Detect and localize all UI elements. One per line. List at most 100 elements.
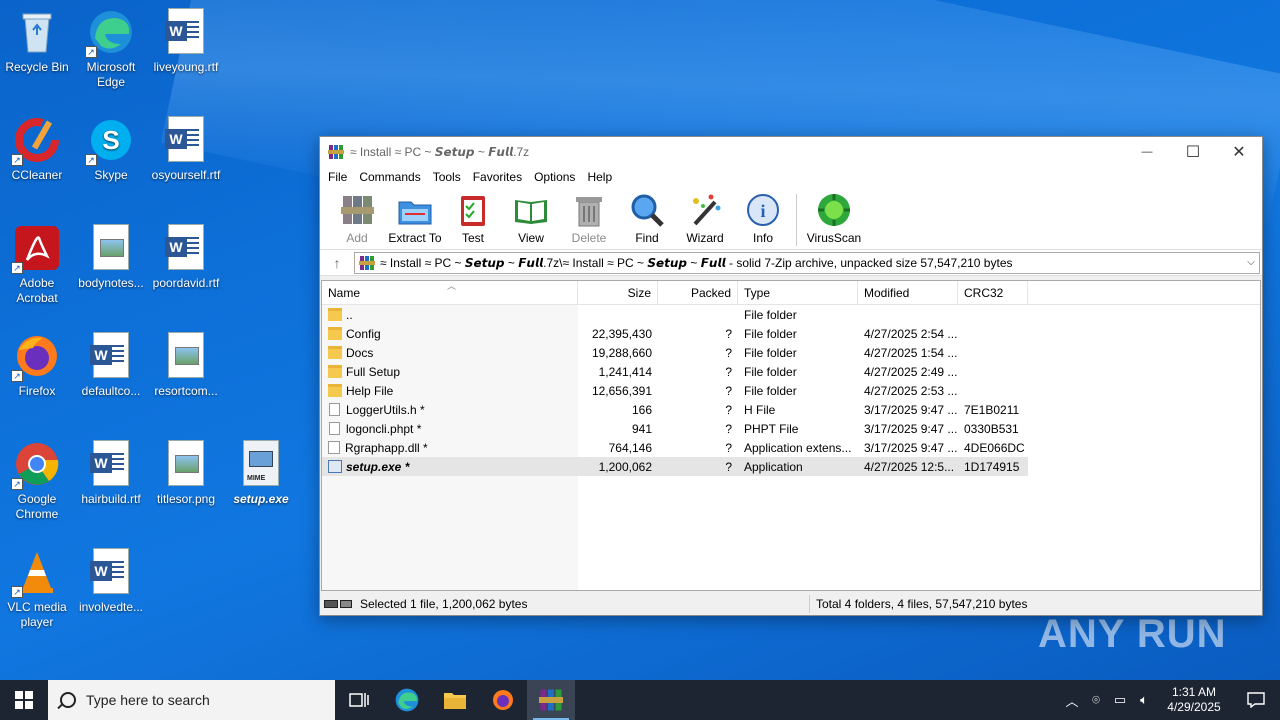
dll-file-icon [328, 441, 340, 454]
taskbar-search-box[interactable]: Type here to search [48, 680, 335, 720]
desktop-icon-involvedte[interactable]: W involvedte... [74, 548, 148, 615]
menu-favorites[interactable]: Favorites [467, 170, 528, 184]
table-row[interactable]: Help File 12,656,391? File folder 4/27/2025… [322, 381, 1260, 400]
taskbar-firefox[interactable] [479, 680, 527, 720]
row-type: File folder [744, 326, 797, 341]
status-bar: Selected 1 file, 1,200,062 bytes Total 4… [320, 593, 1262, 615]
start-button[interactable] [0, 680, 48, 720]
toolbar-extract-to-button[interactable]: Extract To [386, 192, 444, 245]
word-document-icon: W [162, 224, 210, 272]
file-list[interactable]: Name Size Packed Type Modified CRC32 ︿ .… [321, 280, 1261, 591]
toolbar-test-button[interactable]: Test [444, 192, 502, 245]
row-modified: 4/27/2025 2:54 ... [864, 326, 958, 341]
chevron-down-icon[interactable]: ⌵ [1243, 257, 1259, 268]
chevron-up-icon[interactable]: ︿ [1060, 691, 1084, 710]
image-file-icon [162, 332, 210, 380]
desktop-icon-label: poordavid.rtf [152, 276, 220, 290]
desktop-icon-microsoft-edge[interactable]: ↗ Microsoft Edge [74, 8, 148, 90]
desktop-icon-label: Firefox [18, 384, 56, 398]
menu-tools[interactable]: Tools [427, 170, 467, 184]
image-file-icon [87, 224, 135, 272]
table-row[interactable]: Config 22,395,430? File folder 4/27/2025 2:… [322, 324, 1260, 343]
table-row[interactable]: Full Setup 1,241,414? File folder 4/27/2025… [322, 362, 1260, 381]
desktop-icon-bodynotes[interactable]: bodynotes... [74, 224, 148, 291]
desktop-icon-setup-exe[interactable]: MIME setup.exe [224, 440, 298, 507]
column-header-size[interactable]: Size [578, 281, 658, 304]
maximize-button[interactable]: ☐ [1170, 137, 1216, 166]
desktop-icon-ccleaner[interactable]: ↗ CCleaner [0, 116, 74, 183]
address-bar: ↑ ≈ Install ≈ PC ~ 𝙎𝙚𝙩𝙪𝙥 ~ 𝙁𝙪𝙡𝙡.7z\≈ Ins… [320, 250, 1262, 276]
menu-file[interactable]: File [322, 170, 353, 184]
winrar-window[interactable]: ≈ Install ≈ PC ~ 𝙎𝙚𝙩𝙪𝙥 ~ 𝙁𝙪𝙡𝙡.7z — ☐ ✕ F… [319, 136, 1263, 616]
table-row[interactable]: Docs 19,288,660? File folder 4/27/2025 1:54… [322, 343, 1260, 362]
row-size: 1,241,414 [598, 364, 652, 379]
taskbar-winrar[interactable] [527, 680, 575, 720]
address-field[interactable]: ≈ Install ≈ PC ~ 𝙎𝙚𝙩𝙪𝙥 ~ 𝙁𝙪𝙡𝙡.7z\≈ Insta… [354, 251, 1260, 274]
column-header-type[interactable]: Type [738, 281, 858, 304]
meet-now-icon[interactable]: ⌾ [1084, 692, 1108, 708]
desktop-icon-label: VLC media player [7, 600, 67, 629]
menu-help[interactable]: Help [581, 170, 618, 184]
row-modified: 4/27/2025 1:54 ... [864, 345, 958, 360]
desktop-icon-resortcom[interactable]: resortcom... [149, 332, 223, 399]
key-icon [340, 600, 352, 608]
row-packed: ? [725, 459, 732, 474]
toolbar-info-button[interactable]: i Info [734, 192, 792, 245]
ccleaner-icon: ↗ [11, 116, 61, 166]
row-size: 166 [631, 402, 652, 417]
toolbar-wizard-button[interactable]: Wizard [676, 192, 734, 245]
table-row[interactable]: LoggerUtils.h * 166? H File 3/17/2025 9:47 … [322, 400, 1260, 419]
desktop-icon-poordavid[interactable]: W poordavid.rtf [149, 224, 223, 291]
toolbar-label: Info [752, 231, 773, 245]
column-header-packed[interactable]: Packed [658, 281, 738, 304]
menu-options[interactable]: Options [528, 170, 581, 184]
system-tray: ︿ ⌾ ▭ 🔈︎ 1:31 AM 4/29/2025 [1060, 680, 1280, 720]
table-row-selected[interactable]: setup.exe * 1,200,062? Application 4/27/202… [322, 457, 1028, 476]
clock-time: 1:31 AM [1171, 685, 1217, 699]
task-view-button[interactable] [335, 680, 383, 720]
desktop-icon-skype[interactable]: S ↗ Skype [74, 116, 148, 183]
view-book-icon [513, 192, 549, 228]
status-total: Total 4 folders, 4 files, 57,547,210 byt… [816, 597, 1028, 611]
desktop-icon-defaultco[interactable]: W defaultco... [74, 332, 148, 399]
taskbar-clock[interactable]: 1:31 AM 4/29/2025 [1156, 685, 1232, 715]
toolbar-add-button[interactable]: Add [328, 192, 386, 245]
add-archive-icon [339, 192, 375, 228]
desktop-icon-recycle-bin[interactable]: Recycle Bin [0, 8, 74, 75]
toolbar-delete-button[interactable]: Delete [560, 192, 618, 245]
up-folder-button[interactable]: ↑ [320, 255, 354, 271]
trash-icon [571, 192, 607, 228]
desktop-icon-adobe-acrobat[interactable]: ↗ Adobe Acrobat [0, 224, 74, 306]
desktop-icon-titlesor[interactable]: titlesor.png [149, 440, 223, 507]
taskbar-file-explorer[interactable] [431, 680, 479, 720]
toolbar-label: Extract To [388, 231, 442, 245]
toolbar-find-button[interactable]: Find [618, 192, 676, 245]
toolbar-label: Find [635, 231, 659, 245]
network-icon[interactable]: ▭ [1108, 692, 1132, 708]
desktop-icon-liveyoung[interactable]: W liveyoung.rtf [149, 8, 223, 75]
drive-icon [324, 600, 338, 608]
toolbar-virusscan-button[interactable]: VirusScan [801, 192, 867, 245]
column-header-modified[interactable]: Modified [858, 281, 958, 304]
close-button[interactable]: ✕ [1216, 137, 1262, 166]
column-header-crc32[interactable]: CRC32 [958, 281, 1028, 304]
desktop-icon-osyourself[interactable]: W osyourself.rtf [149, 116, 223, 183]
notifications-button[interactable] [1232, 692, 1280, 708]
menu-commands[interactable]: Commands [353, 170, 426, 184]
desktop-icon-google-chrome[interactable]: ↗ Google Chrome [0, 440, 74, 522]
wizard-wand-icon [687, 192, 723, 228]
volume-icon[interactable]: 🔈︎ [1132, 692, 1156, 708]
table-row[interactable]: Rgraphapp.dll * 764,146? Application exten… [322, 438, 1260, 457]
toolbar-view-button[interactable]: View [502, 192, 560, 245]
desktop-icon-vlc[interactable]: ↗ setup.exe VLC media player [0, 548, 74, 630]
window-title: ≈ Install ≈ PC ~ 𝙎𝙚𝙩𝙪𝙥 ~ 𝙁𝙪𝙡𝙡.7z [350, 144, 530, 159]
taskbar-edge[interactable] [383, 680, 431, 720]
desktop-icon-hairbuild[interactable]: W hairbuild.rtf [74, 440, 148, 507]
table-row[interactable]: .. File folder [322, 305, 1260, 324]
window-titlebar[interactable]: ≈ Install ≈ PC ~ 𝙎𝙚𝙩𝙪𝙥 ~ 𝙁𝙪𝙡𝙡.7z — ☐ ✕ [320, 137, 1262, 166]
minimize-button[interactable]: — [1124, 137, 1170, 166]
table-row[interactable]: logoncli.phpt * 941? PHPT File 3/17/2025 9:… [322, 419, 1260, 438]
desktop-icon-firefox[interactable]: ↗ Firefox [0, 332, 74, 399]
row-size: 22,395,430 [591, 326, 652, 341]
desktop-icon-label: osyourself.rtf [151, 168, 221, 182]
